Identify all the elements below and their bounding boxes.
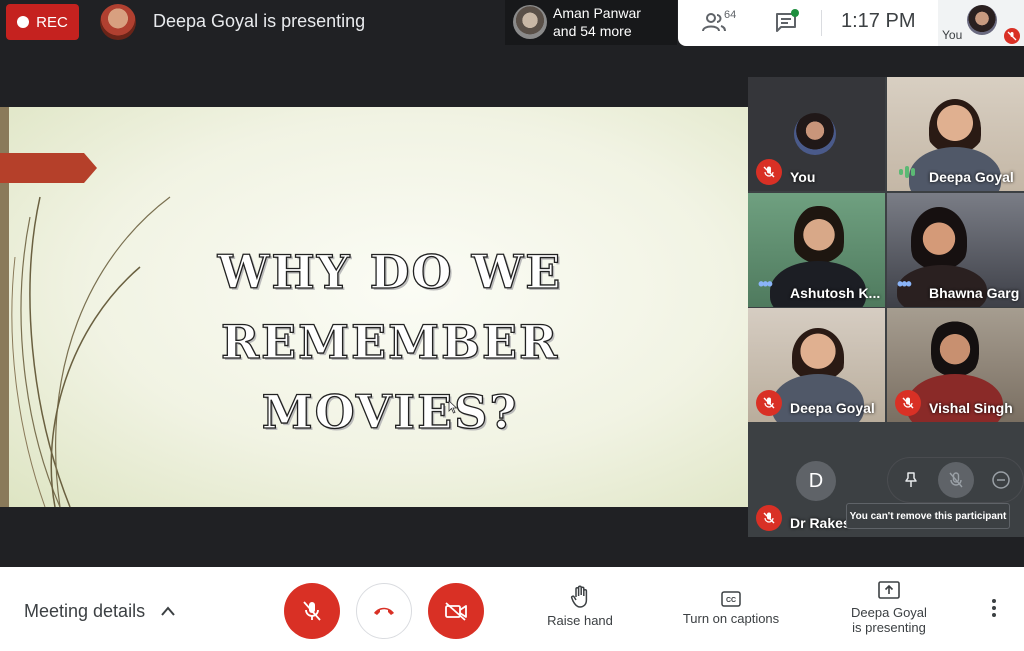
- mic-off-icon: [756, 159, 782, 185]
- slide-title: WHY DO WE REMEMBER MOVIES?: [100, 237, 680, 447]
- participant-name: Ashutosh K...: [790, 285, 881, 301]
- people-icon[interactable]: [702, 12, 726, 32]
- self-view-thumbnail[interactable]: You: [938, 0, 1024, 46]
- presentation-stage: WHY DO WE REMEMBER MOVIES?: [0, 107, 748, 507]
- more-options-button[interactable]: [982, 599, 1006, 617]
- svg-text:CC: CC: [726, 597, 736, 604]
- mic-off-icon: [303, 601, 321, 621]
- avatar: [794, 113, 836, 155]
- recording-label: REC: [36, 13, 68, 31]
- presenting-label-line: is presenting: [852, 620, 926, 635]
- presenter-avatar: [100, 4, 136, 40]
- captions-icon: CC: [721, 591, 741, 607]
- participant-name: Aman Panwar: [553, 5, 641, 21]
- pin-icon: [904, 472, 917, 487]
- raise-hand-label: Raise hand: [547, 613, 613, 628]
- meeting-details-button[interactable]: Meeting details: [24, 601, 145, 622]
- mic-off-icon: [895, 390, 921, 416]
- leave-call-button[interactable]: [356, 583, 412, 639]
- speaking-indicator-icon: [899, 165, 915, 179]
- participant-name: Vishal Singh: [929, 400, 1013, 416]
- more-vert-icon: [992, 599, 996, 603]
- hang-up-icon: [374, 607, 394, 615]
- participant-grid: You Deepa Goyal ••• Ashutosh K... ••• Bh…: [748, 77, 1024, 537]
- mic-off-icon: [756, 390, 782, 416]
- remove-participant-button[interactable]: [983, 462, 1019, 498]
- avatar: [967, 5, 997, 35]
- tooltip: You can't remove this participant: [846, 503, 1010, 529]
- raise-hand-button[interactable]: Raise hand: [540, 585, 620, 628]
- participant-more: and 54 more: [553, 23, 632, 39]
- participant-name: Dr Rakes: [790, 515, 851, 531]
- recording-badge: REC: [6, 4, 79, 40]
- slide-arrow-shape: [0, 153, 97, 183]
- avatar: [513, 5, 547, 39]
- participant-tile[interactable]: You: [748, 77, 885, 191]
- participant-name: You: [790, 169, 816, 185]
- tile-hover-controls: [888, 458, 1023, 502]
- participant-name: Bhawna Garg: [929, 285, 1020, 301]
- mute-participant-button[interactable]: [937, 462, 974, 498]
- presenting-status: Deepa Goyal is presenting: [153, 11, 366, 31]
- self-label: You: [942, 28, 963, 42]
- participant-tile[interactable]: Deepa Goyal: [887, 77, 1024, 191]
- participant-tile[interactable]: ••• Ashutosh K...: [748, 193, 885, 307]
- more-options-icon[interactable]: •••: [897, 274, 912, 295]
- unread-dot: [791, 9, 799, 17]
- microphone-toggle-button[interactable]: [284, 583, 340, 639]
- mic-off-icon: [1004, 28, 1020, 44]
- people-count: 64: [724, 9, 737, 21]
- meeting-info-panel: 64 1:17 PM You: [678, 0, 1024, 46]
- record-dot-icon: [17, 16, 30, 28]
- participant-tile[interactable]: ••• Bhawna Garg: [887, 193, 1024, 307]
- bottom-bar: Meeting details Raise hand CC Turn on ca…: [0, 567, 1024, 651]
- camera-toggle-button[interactable]: [428, 583, 484, 639]
- remove-circle-icon: [991, 471, 1010, 489]
- mouse-cursor-icon: [448, 400, 458, 414]
- participant-tile[interactable]: Deepa Goyal: [748, 308, 885, 422]
- camera-off-icon: [445, 602, 467, 621]
- more-options-icon[interactable]: •••: [758, 274, 773, 295]
- avatar: D: [796, 461, 836, 501]
- hand-icon: [570, 585, 588, 608]
- captions-label: Turn on captions: [682, 611, 780, 626]
- participant-summary[interactable]: Aman Panwar and 54 more: [505, 0, 677, 45]
- participant-tile[interactable]: Vishal Singh: [887, 308, 1024, 422]
- presenting-button[interactable]: Deepa Goyal is presenting: [838, 581, 940, 635]
- participant-name: Deepa Goyal: [929, 169, 1014, 185]
- top-bar: REC Deepa Goyal is presenting Aman Panwa…: [0, 0, 1024, 46]
- divider: [821, 10, 822, 36]
- presenting-label-line: Deepa Goyal: [851, 605, 927, 620]
- chevron-up-icon[interactable]: [160, 604, 176, 618]
- captions-button[interactable]: CC Turn on captions: [670, 591, 792, 626]
- mic-off-icon: [756, 505, 782, 531]
- present-screen-icon: [878, 581, 900, 599]
- mic-off-icon: [948, 472, 963, 488]
- participant-name: Deepa Goyal: [790, 400, 875, 416]
- participant-summary-text: Aman Panwar and 54 more: [553, 4, 641, 40]
- pin-button[interactable]: [893, 462, 929, 498]
- clock: 1:17 PM: [841, 10, 916, 32]
- slide-title-line: WHY DO WE: [217, 244, 563, 299]
- slide-title-line: REMEMBER MOVIES?: [220, 314, 560, 439]
